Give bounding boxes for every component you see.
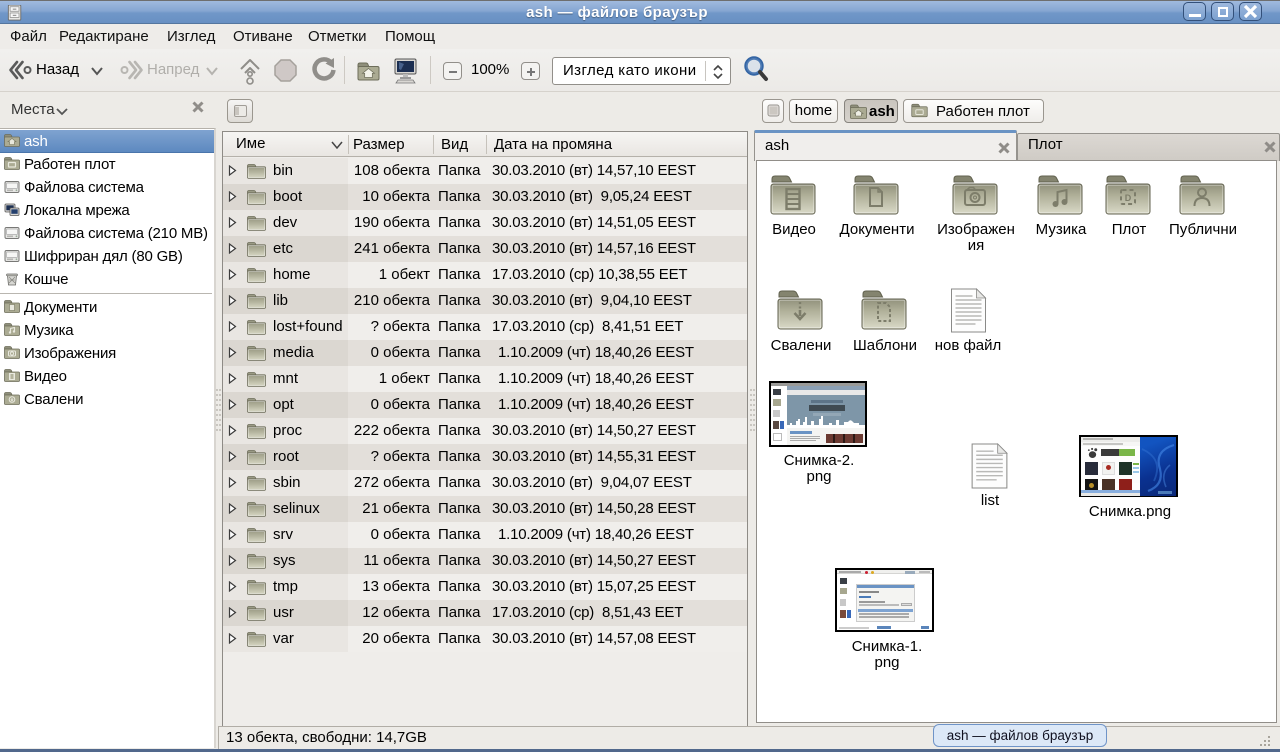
svg-text:D: D [1125, 193, 1132, 203]
